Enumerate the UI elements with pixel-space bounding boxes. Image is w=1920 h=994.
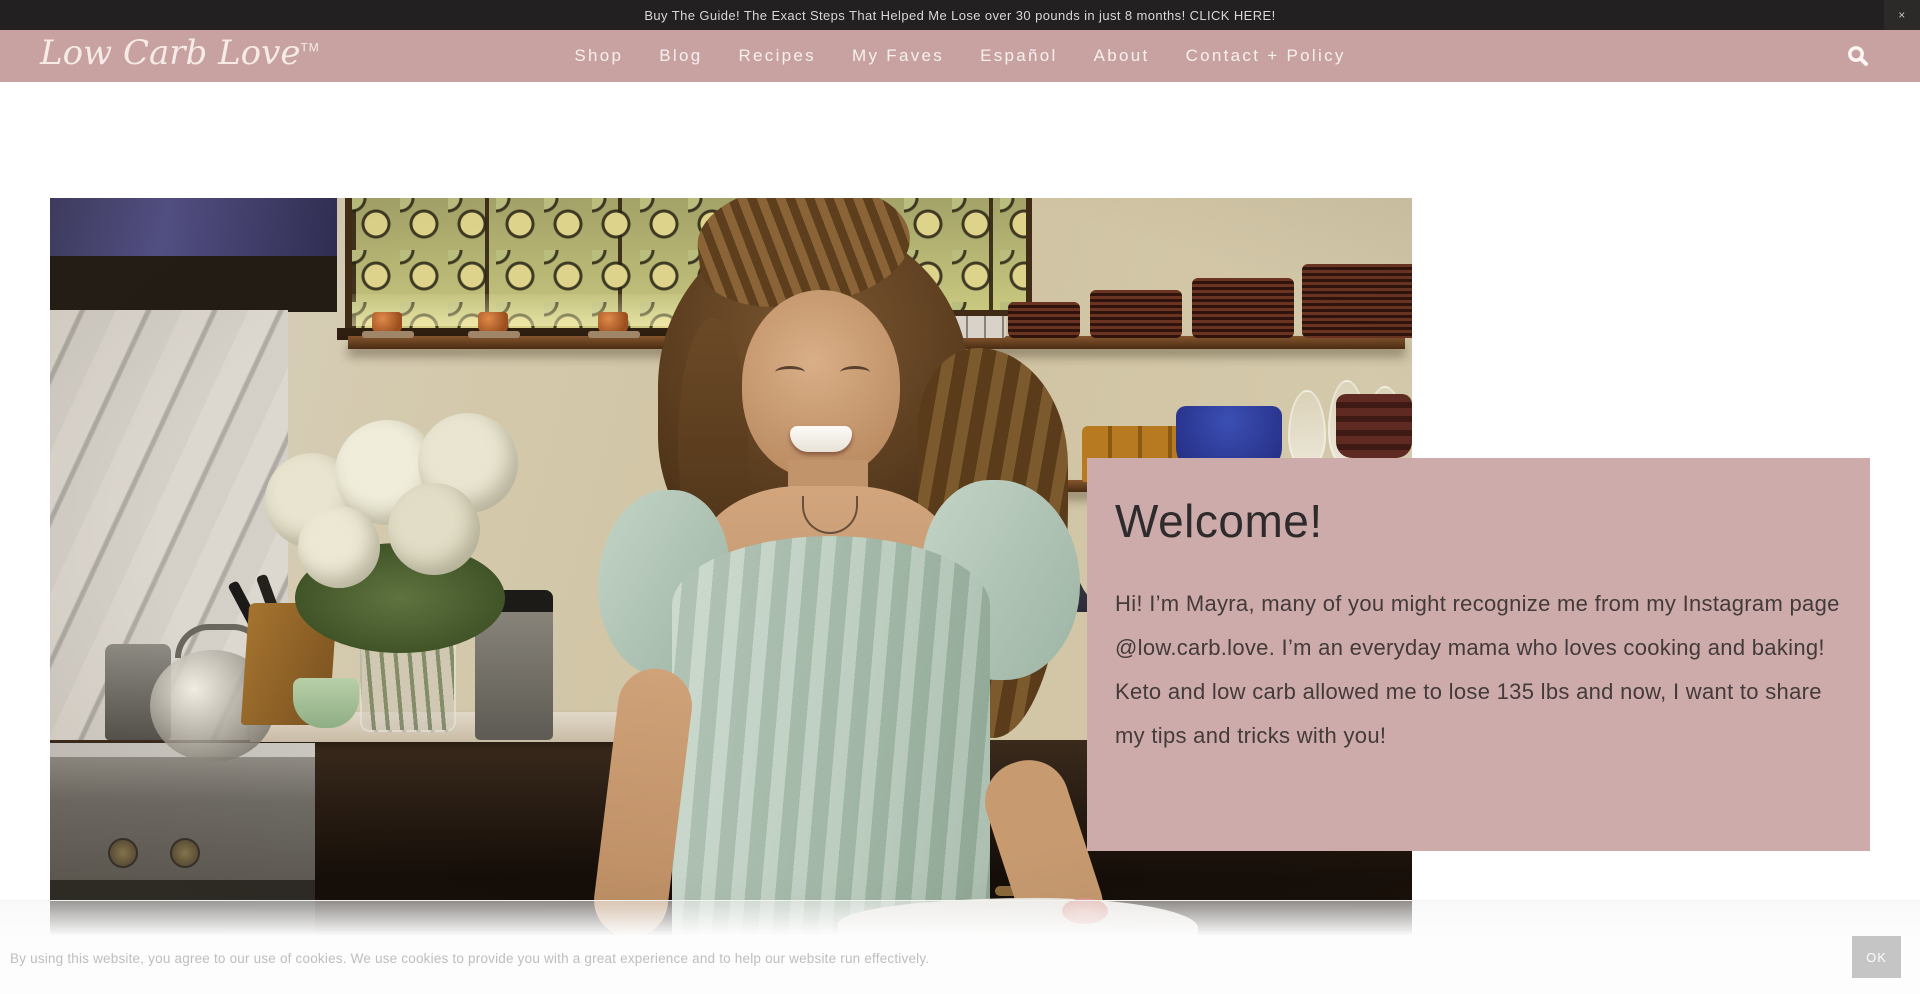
nav-item-my-faves[interactable]: My Faves — [852, 46, 944, 66]
woman-eye-right — [840, 366, 870, 379]
search-icon[interactable] — [1846, 44, 1870, 68]
range-hood-underside — [50, 256, 337, 312]
cookie-consent-bar: By using this website, you agree to our … — [0, 900, 1920, 994]
plate-stack — [1090, 290, 1182, 338]
nav-item-recipes[interactable]: Recipes — [738, 46, 816, 66]
promo-banner-text[interactable]: Buy The Guide! The Exact Steps That Help… — [644, 8, 1275, 23]
hydrangea-bloom — [388, 483, 480, 575]
saucer — [588, 331, 640, 338]
range-hood — [50, 198, 337, 260]
nav-menu: Shop Blog Recipes My Faves Español About… — [0, 30, 1920, 82]
close-icon: × — [1898, 8, 1905, 22]
woman-smile — [790, 426, 852, 452]
stove-knob — [170, 838, 200, 868]
welcome-panel: Welcome! Hi! I’m Mayra, many of you migh… — [1087, 458, 1870, 851]
dress-bodice — [672, 536, 990, 935]
nav-item-espanol[interactable]: Español — [980, 46, 1058, 66]
woven-basket — [1336, 394, 1412, 458]
wine-glass — [1288, 390, 1326, 468]
nav-item-about[interactable]: About — [1094, 46, 1150, 66]
saucer — [468, 331, 520, 338]
nav-item-shop[interactable]: Shop — [574, 46, 623, 66]
promo-banner: Buy The Guide! The Exact Steps That Help… — [0, 0, 1920, 30]
stove-knob — [108, 838, 138, 868]
cookie-ok-button[interactable]: OK — [1852, 936, 1901, 978]
hydrangea-bloom — [298, 506, 380, 588]
plate-stack — [1192, 278, 1294, 338]
plate-stack — [1302, 264, 1412, 338]
plate-stack — [1008, 302, 1080, 338]
welcome-body-text: Hi! I’m Mayra, many of you might recogni… — [1115, 582, 1842, 758]
woman-eye-left — [775, 366, 805, 379]
main-navbar: Low Carb LoveTM Shop Blog Recipes My Fav… — [0, 30, 1920, 82]
promo-close-button[interactable]: × — [1884, 0, 1920, 30]
cookie-message: By using this website, you agree to our … — [10, 951, 929, 966]
nav-item-contact-policy[interactable]: Contact + Policy — [1186, 46, 1346, 66]
welcome-heading: Welcome! — [1115, 494, 1870, 548]
saucer — [362, 331, 414, 338]
nav-item-blog[interactable]: Blog — [659, 46, 702, 66]
